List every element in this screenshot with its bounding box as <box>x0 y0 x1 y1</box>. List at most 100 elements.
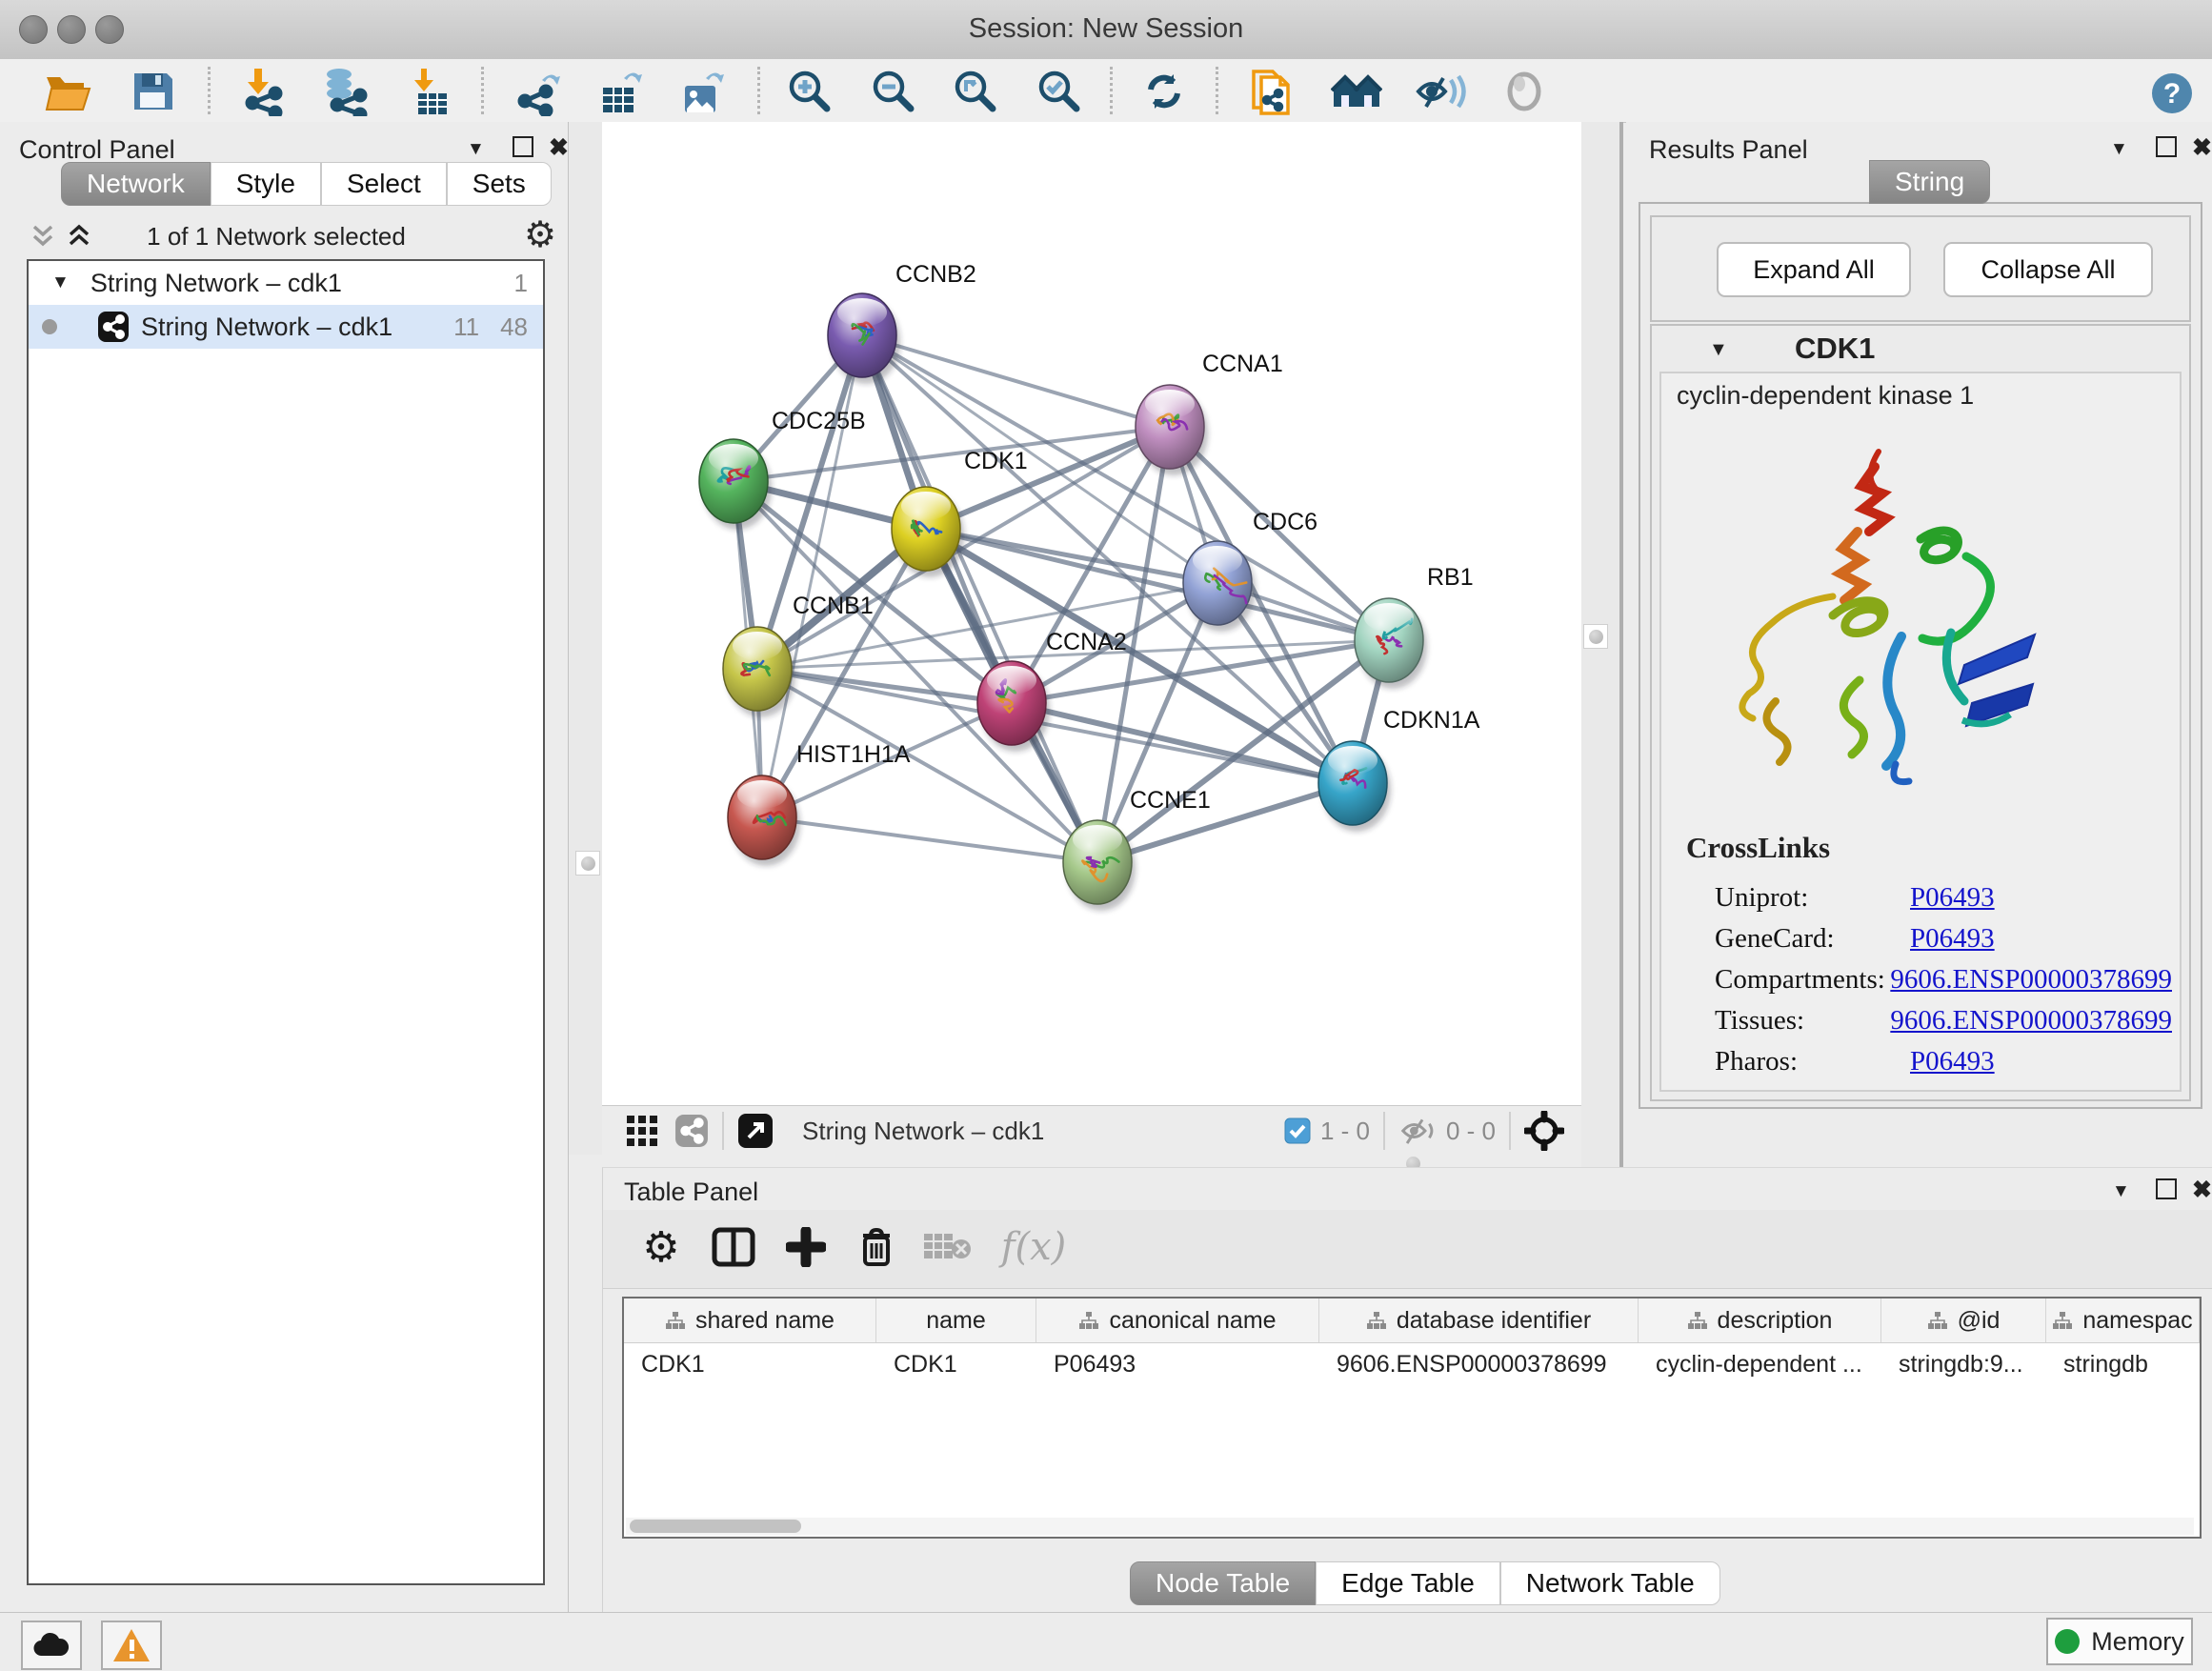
import-network-from-database-button[interactable] <box>320 65 373 118</box>
result-expander-icon[interactable]: ▼ <box>1709 339 1728 361</box>
crosslink-link[interactable]: 9606.ENSP00000378699 <box>1890 964 2172 996</box>
tab-node-table[interactable]: Node Table <box>1130 1561 1316 1605</box>
save-session-button[interactable] <box>126 65 179 118</box>
show-all-button-disabled[interactable] <box>1498 65 1551 118</box>
network-options-gear-icon[interactable]: ⚙ <box>524 213 556 256</box>
zoom-selected-button[interactable] <box>1033 65 1086 118</box>
table-cell[interactable]: 9606.ENSP00000378699 <box>1319 1343 1639 1385</box>
memory-button[interactable]: Memory <box>2046 1618 2193 1665</box>
network-node-cdc6[interactable]: CDC6 <box>1183 509 1317 632</box>
tab-network-table[interactable]: Network Table <box>1500 1561 1720 1605</box>
help-button[interactable]: ? <box>2145 67 2199 120</box>
panel-float-button[interactable] <box>513 136 533 162</box>
column-header[interactable]: name <box>876 1299 1036 1342</box>
panel-menu-button[interactable]: ▼ <box>467 139 485 160</box>
thumbnail-grid-icon[interactable] <box>625 1114 659 1148</box>
network-canvas[interactable]: CCNB2CCNA1CDC25BCDK1CDC6RB1CCNB1CCNA2CDK… <box>602 122 1581 1105</box>
network-node-ccnb2[interactable]: CCNB2 <box>828 261 976 384</box>
column-header[interactable]: shared name <box>624 1299 876 1342</box>
panel-float-button[interactable] <box>2156 136 2177 162</box>
column-header[interactable]: @id <box>1881 1299 2046 1342</box>
network-edge[interactable] <box>862 335 1170 427</box>
tab-network[interactable]: Network <box>61 162 211 206</box>
panel-float-button[interactable] <box>2156 1178 2177 1204</box>
import-table-from-file-button[interactable] <box>404 65 457 118</box>
network-node-hist1h1a[interactable]: HIST1H1A <box>728 741 911 866</box>
tab-string-results[interactable]: String <box>1869 160 1990 204</box>
export-network-button[interactable] <box>513 65 566 118</box>
cloud-status-button[interactable] <box>21 1621 82 1670</box>
tab-edge-table[interactable]: Edge Table <box>1316 1561 1500 1605</box>
zoom-out-button[interactable] <box>867 65 920 118</box>
refresh-button[interactable] <box>1137 65 1191 118</box>
delete-column-button[interactable] <box>847 1218 906 1277</box>
tab-style[interactable]: Style <box>211 162 321 206</box>
crosslink-link[interactable]: P06493 <box>1910 882 1995 914</box>
table-cell[interactable]: CDK1 <box>876 1343 1036 1385</box>
column-header[interactable]: canonical name <box>1036 1299 1319 1342</box>
column-type-icon <box>1366 1311 1387 1330</box>
table-cell[interactable]: cyclin-dependent ... <box>1639 1343 1881 1385</box>
crosslink-link[interactable]: P06493 <box>1910 1046 1995 1077</box>
network-row-selected[interactable]: String Network – cdk1 11 48 <box>29 305 543 349</box>
crosslink-link[interactable]: P06493 <box>1910 923 1995 955</box>
panel-close-button[interactable]: ✖ <box>2192 1176 2212 1204</box>
delete-table-button-disabled[interactable] <box>917 1218 976 1277</box>
string-view-icon[interactable] <box>674 1114 709 1148</box>
column-header[interactable]: namespac <box>2046 1299 2200 1342</box>
hide-selected-button[interactable] <box>1414 65 1467 118</box>
table-cell[interactable]: stringdb <box>2046 1343 2200 1385</box>
left-splitter[interactable] <box>569 122 602 1155</box>
collapse-all-button[interactable]: Collapse All <box>1943 242 2153 297</box>
network-node-rb1[interactable]: RB1 <box>1355 564 1474 689</box>
panel-menu-button[interactable]: ▼ <box>2110 139 2128 160</box>
show-columns-button[interactable] <box>704 1218 763 1277</box>
network-graph[interactable]: CCNB2CCNA1CDC25BCDK1CDC6RB1CCNB1CCNA2CDK… <box>602 122 1581 1105</box>
tab-sets[interactable]: Sets <box>447 162 552 206</box>
network-node-cdkn1a[interactable]: CDKN1A <box>1318 707 1480 832</box>
column-header[interactable]: description <box>1639 1299 1881 1342</box>
warnings-button[interactable] <box>101 1621 162 1670</box>
network-collection-row[interactable]: ▼ String Network – cdk1 1 <box>29 261 543 305</box>
column-header[interactable]: database identifier <box>1319 1299 1639 1342</box>
panel-close-button[interactable]: ✖ <box>549 133 569 162</box>
table-h-scrollbar[interactable] <box>626 1518 2194 1535</box>
node-label: CDC25B <box>772 408 866 434</box>
tab-select[interactable]: Select <box>321 162 447 206</box>
collapse-all-icon[interactable] <box>29 221 57 250</box>
network-edge[interactable] <box>862 335 1097 862</box>
zoom-in-button[interactable] <box>783 65 836 118</box>
function-builder-button-disabled[interactable]: f(x) <box>988 1218 1079 1277</box>
zoom-in-icon <box>786 68 834 115</box>
first-neighbors-button[interactable] <box>1330 65 1383 118</box>
network-edge[interactable] <box>762 817 1097 862</box>
panel-close-button[interactable]: ✖ <box>2192 133 2212 162</box>
export-image-button[interactable] <box>676 65 730 118</box>
export-table-button[interactable] <box>594 65 648 118</box>
network-edge[interactable] <box>1012 703 1353 783</box>
network-edge[interactable] <box>862 335 1389 640</box>
zoom-fit-button[interactable] <box>949 65 1002 118</box>
expand-all-button[interactable]: Expand All <box>1717 242 1911 297</box>
network-node-ccna1[interactable]: CCNA1 <box>1136 351 1283 475</box>
table-row[interactable]: CDK1CDK1P064939606.ENSP00000378699cyclin… <box>624 1343 2200 1385</box>
table-cell[interactable]: CDK1 <box>624 1343 876 1385</box>
clone-network-button[interactable] <box>1244 65 1297 118</box>
expand-all-icon[interactable] <box>65 221 93 250</box>
left-splitter-handle[interactable] <box>575 851 600 876</box>
panel-menu-button[interactable]: ▼ <box>2112 1181 2130 1202</box>
import-network-from-file-button[interactable] <box>238 65 292 118</box>
birdseye-crosshair-icon[interactable] <box>1524 1111 1564 1151</box>
open-in-window-icon[interactable] <box>737 1113 774 1149</box>
selected-checkbox-icon[interactable] <box>1284 1117 1311 1144</box>
table-cell[interactable]: stringdb:9... <box>1881 1343 2046 1385</box>
collection-expander-icon[interactable]: ▼ <box>51 272 70 293</box>
table-cell[interactable]: P06493 <box>1036 1343 1319 1385</box>
scrollbar-thumb[interactable] <box>630 1520 801 1533</box>
table-options-button[interactable]: ⚙ <box>632 1218 691 1277</box>
crosslink-link[interactable]: 9606.ENSP00000378699 <box>1890 1005 2172 1037</box>
open-session-button[interactable] <box>42 65 95 118</box>
network-edge[interactable] <box>1097 583 1217 862</box>
create-column-button[interactable] <box>776 1218 835 1277</box>
right-splitter-handle[interactable] <box>1583 624 1608 649</box>
